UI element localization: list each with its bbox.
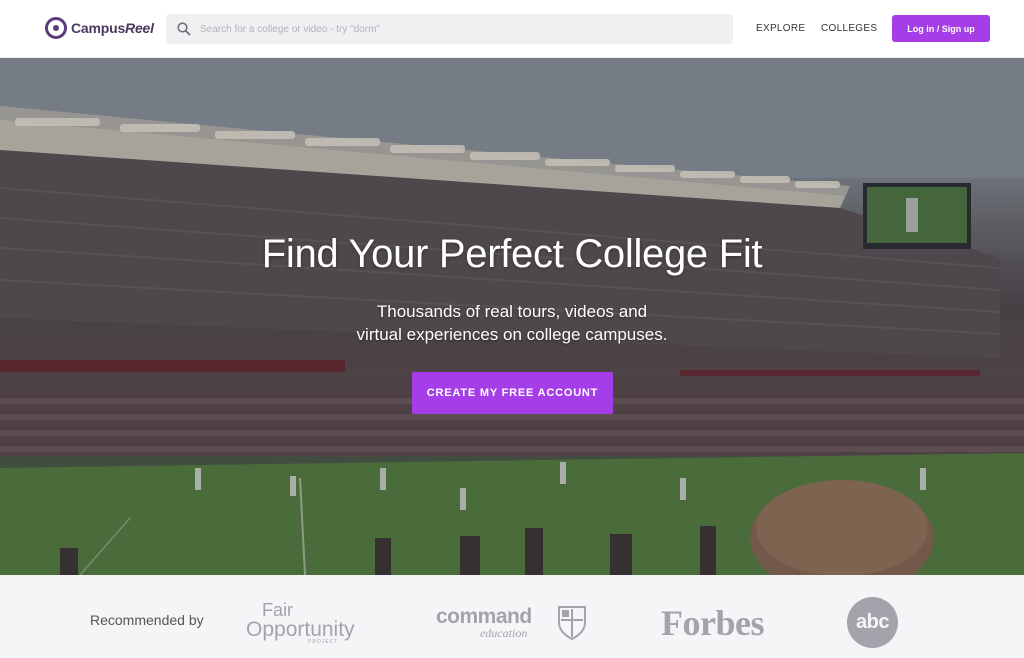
search-icon[interactable]: [170, 14, 200, 44]
search-bar: [166, 14, 733, 44]
hero-subtitle-line-1: Thousands of real tours, videos and: [376, 302, 648, 321]
logo-text: CampusReel: [71, 20, 154, 36]
fair-opportunity-project-logo: Fair Opportunity PROJECT: [246, 600, 355, 645]
recommended-by-label: Recommended by: [90, 612, 204, 628]
abc-logo: abc: [847, 597, 898, 648]
hero-section: Find Your Perfect College Fit Thousands …: [0, 58, 1024, 575]
top-navbar: CampusReel EXPLORE COLLEGES Log in / Sig…: [0, 0, 1024, 58]
camera-lens-icon: [45, 17, 67, 39]
hero-subtitle: Thousands of real tours, videos and virt…: [0, 300, 1024, 346]
recommended-by-bar: Recommended by Fair Opportunity PROJECT …: [0, 575, 1024, 658]
login-signup-button[interactable]: Log in / Sign up: [892, 15, 990, 42]
hero-title: Find Your Perfect College Fit: [261, 232, 763, 276]
forbes-logo: Forbes: [661, 603, 764, 643]
search-input[interactable]: [200, 14, 733, 44]
nav-colleges-link[interactable]: COLLEGES: [821, 23, 877, 34]
command-education-logo: command education: [436, 605, 596, 645]
hero-subtitle-line-2: virtual experiences on college campuses.: [356, 325, 668, 344]
nav-explore-link[interactable]: EXPLORE: [756, 23, 805, 34]
create-account-button[interactable]: CREATE MY FREE ACCOUNT: [412, 372, 613, 414]
campusreel-logo[interactable]: CampusReel: [45, 17, 154, 39]
shield-icon: [558, 606, 586, 641]
